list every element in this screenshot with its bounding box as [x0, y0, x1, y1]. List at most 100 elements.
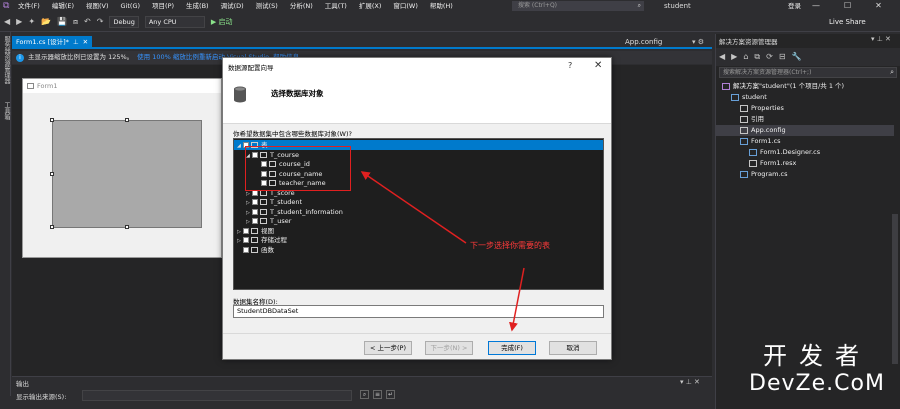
previous-button[interactable]: < 上一步(P)	[364, 341, 412, 355]
menu-item[interactable]: 帮助(H)	[430, 0, 453, 12]
undo-icon[interactable]: ↶	[84, 15, 91, 29]
find-icon[interactable]: ⌕	[360, 390, 369, 399]
toolbox-tab[interactable]: 工具箱	[2, 102, 11, 120]
tree-item[interactable]: 引用	[716, 114, 894, 125]
menu-bar: ⧉ 文件(F) 编辑(E) 视图(V) Git(G) 项目(P) 生成(B) 调试(D) 测试…	[0, 0, 900, 12]
object-tree-label: T_student	[270, 198, 303, 206]
checkbox[interactable]	[243, 227, 249, 234]
switch-view-icon[interactable]: ⧉	[754, 50, 760, 64]
visual-studio-logo-icon[interactable]: ⧉	[3, 1, 13, 11]
object-tree-item[interactable]: ▷ 视图	[234, 226, 603, 236]
new-item-icon[interactable]: ✦	[28, 15, 35, 29]
menu-item[interactable]: 视图(V)	[86, 0, 109, 12]
login-link[interactable]: 登录	[788, 0, 801, 12]
document-tabs: Form1.cs [设计]* ⊥ ✕ App.config ▾ ⚙	[12, 36, 712, 49]
forward-icon[interactable]: ▶	[731, 50, 737, 64]
tree-item[interactable]: Form1.cs	[716, 136, 894, 147]
menu-item[interactable]: 分析(N)	[290, 0, 313, 12]
tab-form1-design[interactable]: Form1.cs [设计]* ⊥ ✕	[12, 36, 93, 49]
object-tree-item[interactable]: ▷ T_student	[234, 197, 603, 207]
redo-icon[interactable]: ↷	[97, 15, 104, 29]
object-tree-label: T_user	[270, 217, 292, 225]
collapse-icon[interactable]: ⊟	[779, 50, 786, 64]
resize-handle[interactable]	[125, 225, 129, 229]
back-icon[interactable]: ◀	[4, 15, 10, 29]
menu-item[interactable]: 项目(P)	[152, 0, 174, 12]
resize-handle[interactable]	[50, 172, 54, 176]
object-tree-item[interactable]: ▷ T_user	[234, 216, 603, 226]
solution-search-input[interactable]: 搜索解决方案资源管理器(Ctrl+;) ⌕	[719, 67, 897, 78]
output-source-label: 显示输出来源(S):	[16, 393, 67, 401]
tree-item[interactable]: Form1.Designer.cs	[716, 147, 894, 158]
resize-handle[interactable]	[50, 118, 54, 122]
properties-icon[interactable]: 🔧	[792, 50, 802, 64]
menu-item[interactable]: Git(G)	[121, 0, 141, 12]
help-button[interactable]: ?	[568, 61, 572, 70]
tab-form1-label: Form1.cs [设计]*	[16, 38, 69, 46]
object-tree-item[interactable]: ▷ T_student_information	[234, 207, 603, 217]
output-source-select[interactable]	[82, 390, 352, 401]
tab-app-config[interactable]: App.config	[625, 36, 662, 49]
checkbox[interactable]	[252, 208, 258, 215]
scrollbar[interactable]	[892, 214, 898, 364]
close-window-icon[interactable]: ✕	[875, 0, 882, 12]
tab-overflow-icon[interactable]: ▾ ⚙	[692, 36, 704, 49]
forward-icon[interactable]: ▶	[16, 15, 22, 29]
cancel-button[interactable]: 取消	[549, 341, 597, 355]
menu-item[interactable]: 调试(D)	[221, 0, 244, 12]
wrap-icon[interactable]: ↵	[386, 390, 395, 399]
datagridview-control[interactable]	[50, 118, 202, 229]
menu-item[interactable]: 测试(S)	[256, 0, 278, 12]
configuration-select[interactable]: Debug	[109, 16, 139, 28]
tree-item[interactable]: Properties	[716, 103, 894, 114]
next-button[interactable]: 下一步(N) >	[425, 341, 473, 355]
menu-item[interactable]: 生成(B)	[186, 0, 209, 12]
tree-item[interactable]: App.config	[716, 125, 894, 136]
start-button[interactable]: ▶ 启动	[211, 15, 233, 29]
search-input[interactable]: 搜索 (Ctrl+Q) ⌕	[512, 1, 644, 11]
pin-icon[interactable]: ⊥	[73, 36, 79, 49]
menu-item[interactable]: 窗口(W)	[393, 0, 418, 12]
checkbox[interactable]	[243, 237, 249, 243]
form1-title: Form1	[37, 82, 58, 90]
tree-item[interactable]: 解决方案"student"(1 个项目/共 1 个)	[716, 81, 894, 92]
panel-controls-icon[interactable]: ▾ ⊥ ✕	[680, 378, 700, 386]
output-title: 输出	[16, 380, 29, 388]
sync-icon[interactable]: ⟳	[766, 50, 773, 64]
back-icon[interactable]: ◀	[719, 50, 725, 64]
close-tab-icon[interactable]: ✕	[83, 36, 88, 49]
save-all-icon[interactable]: ⧈	[73, 15, 78, 29]
home-icon[interactable]: ⌂	[743, 50, 748, 64]
panel-controls-icon[interactable]: ▾ ⊥ ✕	[871, 35, 891, 43]
checkbox[interactable]	[252, 199, 258, 205]
checkbox[interactable]	[243, 246, 249, 253]
table-icon	[260, 199, 267, 205]
resize-handle[interactable]	[50, 225, 54, 229]
close-dialog-button[interactable]: ✕	[594, 60, 602, 71]
platform-select[interactable]: Any CPU	[144, 16, 205, 28]
save-icon[interactable]: 💾	[57, 15, 67, 29]
open-icon[interactable]: 📂	[41, 15, 51, 29]
live-share-button[interactable]: Live Share	[829, 15, 866, 29]
tree-item-label: 解决方案"student"(1 个项目/共 1 个)	[733, 82, 845, 90]
info-icon: i	[16, 53, 24, 62]
menu-item[interactable]: 文件(F)	[18, 0, 40, 12]
maximize-icon[interactable]: ☐	[844, 0, 851, 12]
menu-item[interactable]: 编辑(E)	[52, 0, 74, 12]
tree-item[interactable]: Form1.resx	[716, 158, 894, 169]
search-icon: ⌕	[890, 68, 894, 76]
menu-item[interactable]: 工具(T)	[325, 0, 347, 12]
tree-item[interactable]: Program.cs	[716, 169, 894, 180]
dialog-header: 选择数据库对象	[223, 76, 611, 124]
checkbox[interactable]	[252, 218, 258, 224]
minimize-icon[interactable]: —	[812, 0, 820, 12]
clear-icon[interactable]: ≡	[373, 390, 382, 399]
resize-handle[interactable]	[125, 118, 129, 122]
dataset-name-input[interactable]: StudentDBDataSet	[233, 305, 604, 318]
toolbar: ◀ ▶ ✦ 📂 💾 ⧈ ↶ ↷ Debug Any CPU ▶ 启动 Live …	[0, 12, 900, 32]
server-explorer-tab[interactable]: 服务器资源管理器	[2, 36, 11, 84]
finish-button[interactable]: 完成(F)	[488, 341, 536, 355]
form-icon	[740, 137, 748, 145]
menu-item[interactable]: 扩展(X)	[359, 0, 382, 12]
tree-item[interactable]: student	[716, 92, 894, 103]
